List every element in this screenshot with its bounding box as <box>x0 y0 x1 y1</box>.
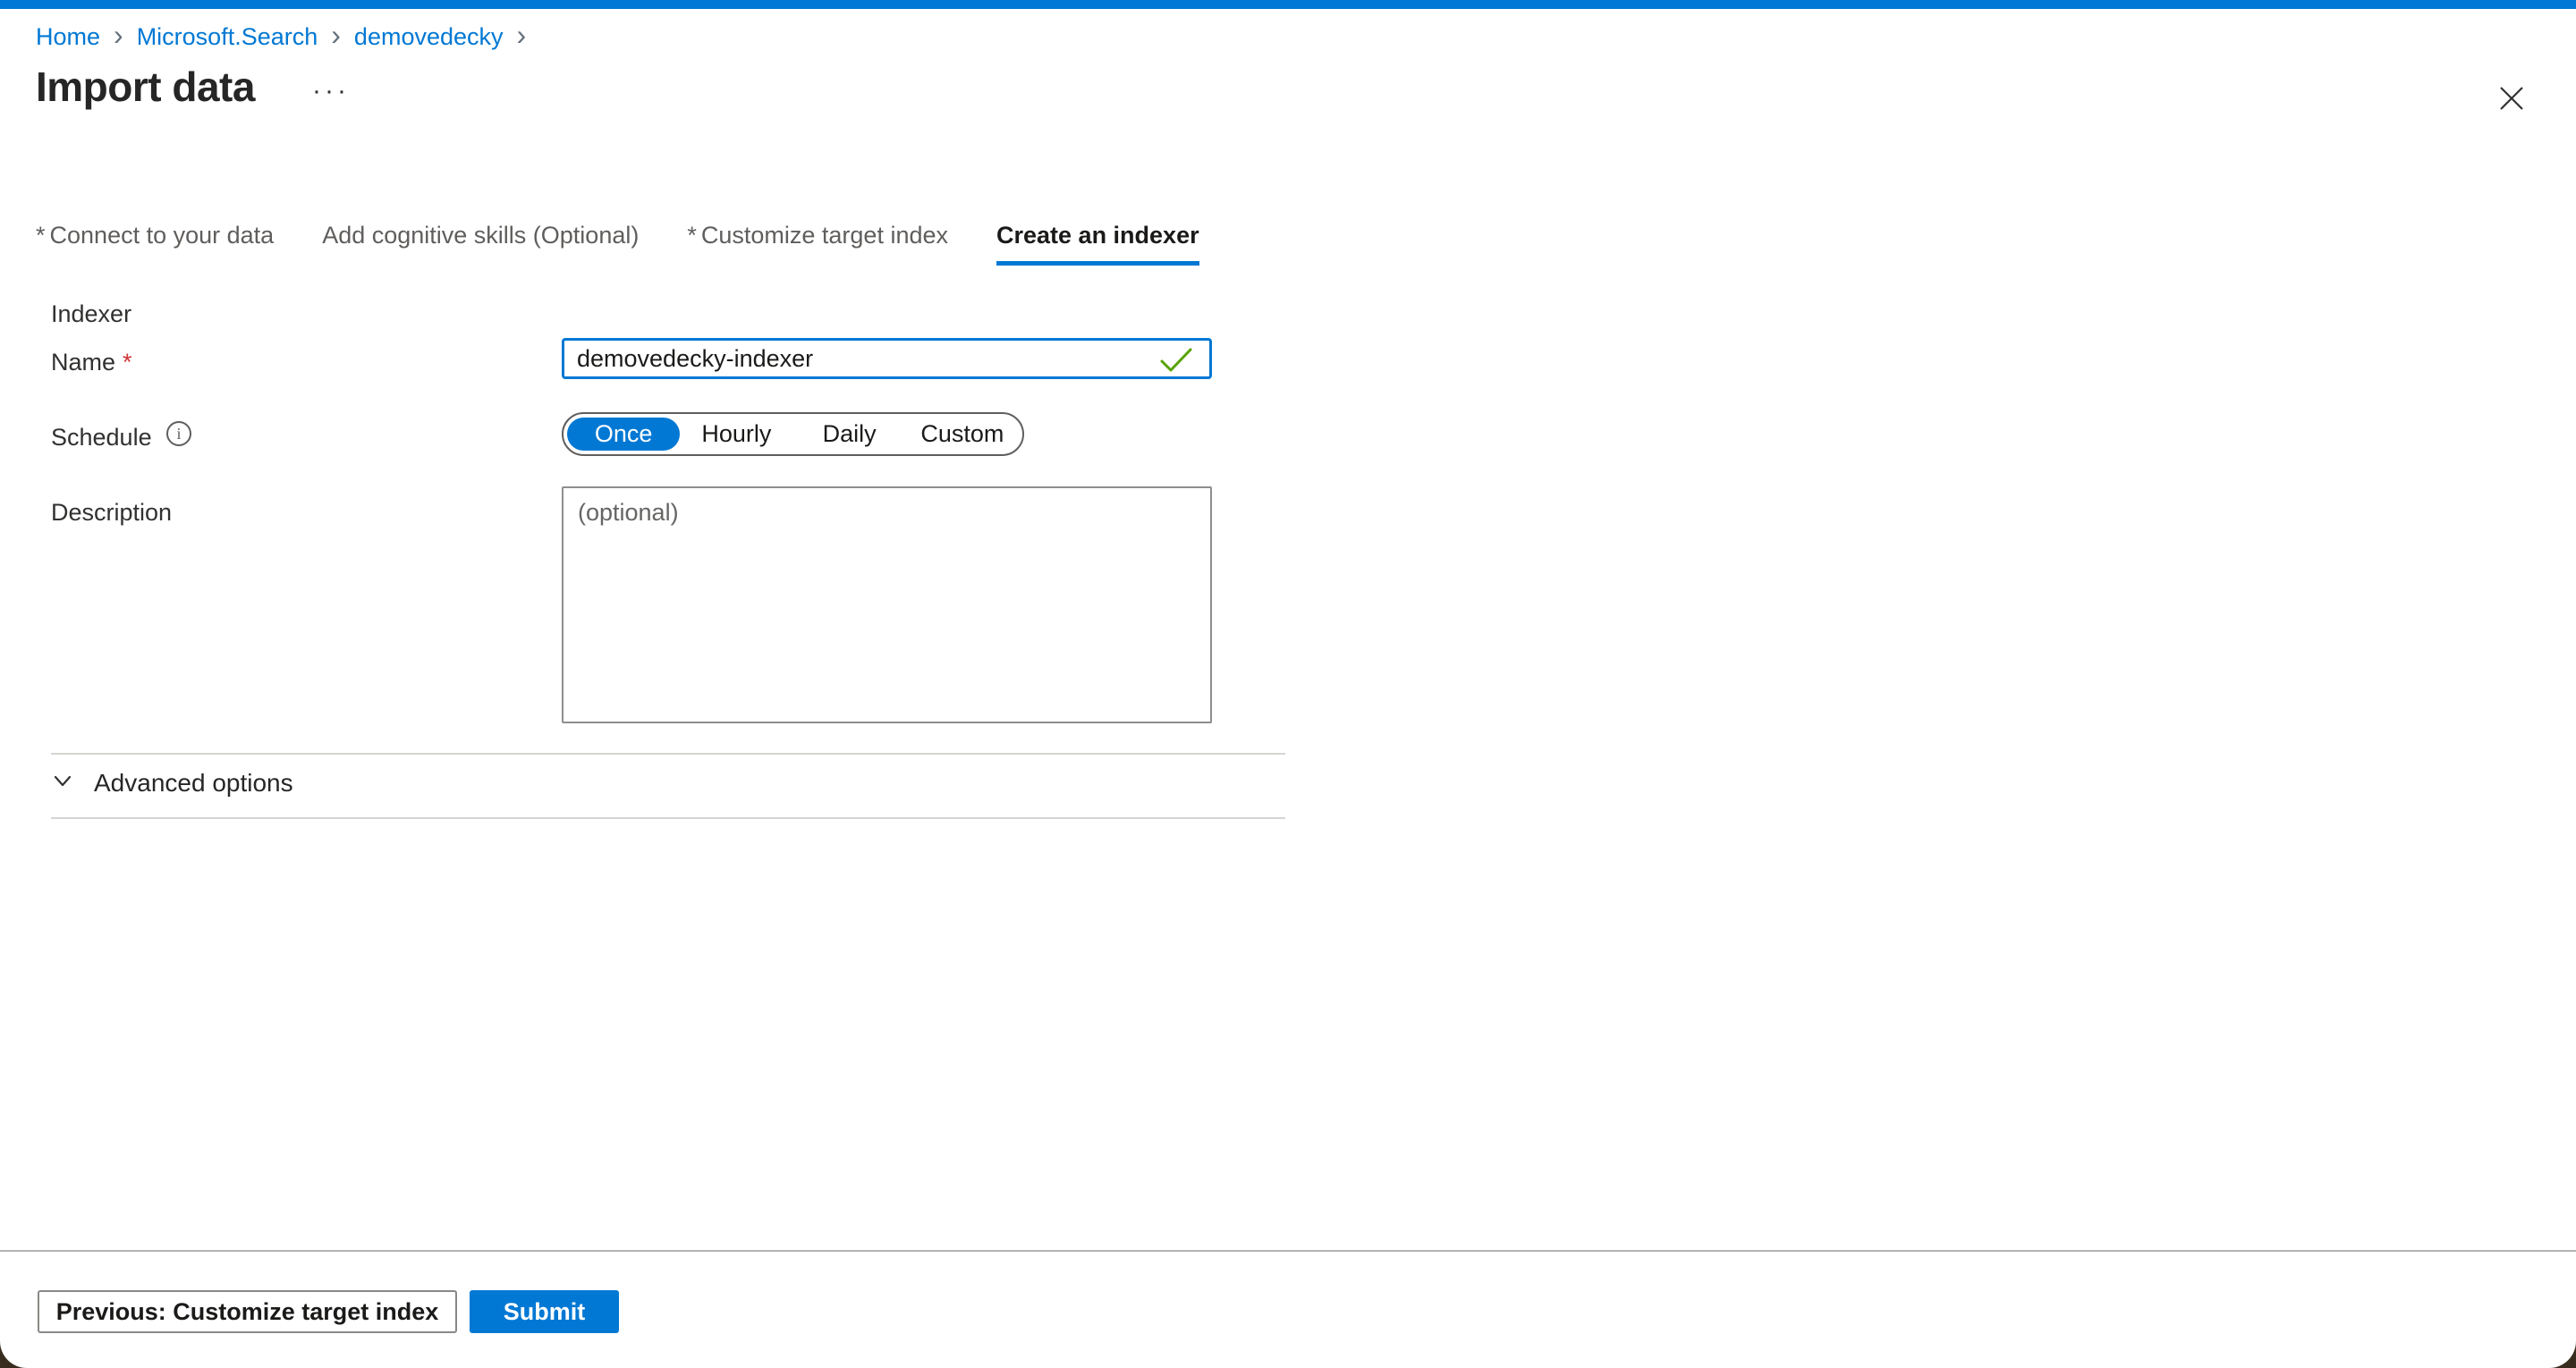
tab-label: Create an indexer <box>996 222 1199 249</box>
import-tabs: *Connect to your dataAdd cognitive skill… <box>36 222 1199 266</box>
close-icon <box>2496 83 2527 118</box>
breadcrumb-separator-icon: › <box>114 23 123 47</box>
required-asterisk: * <box>687 222 697 249</box>
divider-bottom <box>51 817 1285 819</box>
required-asterisk: * <box>36 222 46 249</box>
required-asterisk: * <box>123 349 132 376</box>
breadcrumb-link-demovedecky[interactable]: demovedecky <box>354 23 504 51</box>
tab-create-an-indexer[interactable]: Create an indexer <box>996 222 1199 266</box>
divider-top <box>51 753 1285 755</box>
portal-top-accent-bar <box>0 0 2576 9</box>
close-button[interactable] <box>2489 78 2534 122</box>
chevron-down-icon <box>49 767 76 798</box>
valid-check-icon <box>1159 347 1193 378</box>
import-data-page: Home › Microsoft.Search › demovedecky › Impor… <box>0 0 2576 1368</box>
page-header: Import data ··· <box>36 63 350 111</box>
advanced-options-toggle[interactable]: Advanced options <box>49 767 293 798</box>
schedule-option-daily[interactable]: Daily <box>793 418 906 451</box>
footer-divider <box>0 1250 2576 1252</box>
name-label: Name* <box>51 349 132 376</box>
breadcrumb-separator-icon: › <box>517 23 527 47</box>
submit-button[interactable]: Submit <box>470 1290 619 1333</box>
indexer-name-input[interactable] <box>562 338 1212 379</box>
breadcrumb-link-home[interactable]: Home <box>36 23 100 51</box>
breadcrumb-separator-icon: › <box>331 23 341 47</box>
more-options-button[interactable]: ··· <box>312 76 350 106</box>
tab-label: Customize target index <box>701 222 948 249</box>
schedule-option-hourly[interactable]: Hourly <box>680 418 792 451</box>
page-title: Import data <box>36 63 255 111</box>
tab-label: Connect to your data <box>50 222 275 249</box>
description-label: Description <box>51 499 172 527</box>
tab-customize-target-index[interactable]: *Customize target index <box>687 222 948 266</box>
schedule-option-custom[interactable]: Custom <box>906 418 1019 451</box>
breadcrumb-link-microsoft-search[interactable]: Microsoft.Search <box>137 23 318 51</box>
footer-actions: Previous: Customize target index Submit <box>38 1290 619 1333</box>
tab-add-cognitive-skills-optional-[interactable]: Add cognitive skills (Optional) <box>322 222 639 266</box>
schedule-toggle: OnceHourlyDailyCustom <box>562 412 1024 456</box>
schedule-option-once[interactable]: Once <box>567 418 680 451</box>
advanced-options-label: Advanced options <box>94 769 293 798</box>
previous-step-button[interactable]: Previous: Customize target index <box>38 1290 457 1333</box>
info-icon[interactable]: i <box>166 421 191 446</box>
description-textarea[interactable] <box>562 486 1212 723</box>
schedule-label: Schedule <box>51 424 152 452</box>
tab-label: Add cognitive skills (Optional) <box>322 222 639 249</box>
indexer-section-label: Indexer <box>51 300 131 328</box>
tab-connect-to-your-data[interactable]: *Connect to your data <box>36 222 274 266</box>
breadcrumb: Home › Microsoft.Search › demovedecky › <box>36 23 539 51</box>
